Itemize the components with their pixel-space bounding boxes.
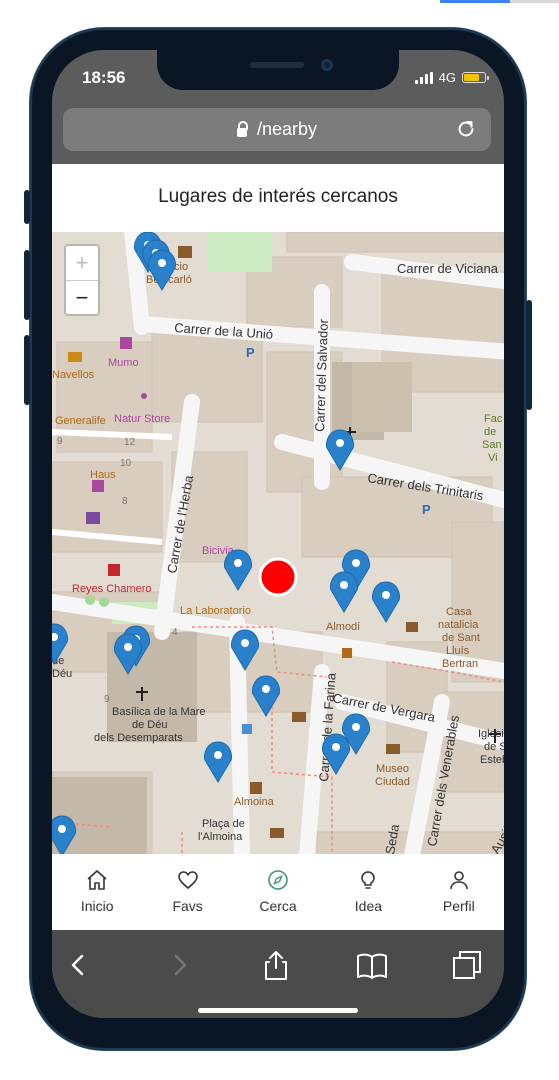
house-number: 9	[104, 694, 110, 705]
forward-icon[interactable]	[162, 948, 196, 982]
house-number: 8	[122, 496, 128, 507]
poi-label-laboratorio: La Laboratorio	[180, 605, 251, 617]
volume-up-button	[24, 250, 30, 320]
zoom-out-button[interactable]: −	[66, 281, 98, 315]
status-indicators: 4G	[414, 70, 489, 85]
url-text: /nearby	[256, 119, 318, 139]
poi-label-museo: Museo Ciudad	[375, 763, 410, 788]
browser-toolbar	[52, 930, 504, 1018]
home-icon	[87, 870, 107, 890]
lock-icon	[236, 120, 248, 137]
notch	[157, 50, 399, 90]
bookmarks-icon[interactable]	[355, 948, 389, 982]
poi-label-almoina: Almoina	[234, 796, 275, 808]
phone-screen: 18:56 4G /nearby Lugares de interés cerc…	[52, 50, 504, 1018]
home-indicator[interactable]	[198, 1008, 358, 1013]
tab-label: Cerca	[259, 898, 297, 914]
map-view[interactable]: Carrer de Viciana Carrer de la Unió Carr…	[52, 232, 504, 855]
street-label-viciana: Carrer de Viciana	[397, 261, 499, 276]
share-icon[interactable]	[259, 948, 293, 982]
poi-label-reyes: Reyes Chamero	[72, 583, 151, 595]
house-number: 9	[57, 436, 63, 447]
top-gray-line	[510, 0, 559, 3]
page-content: Lugares de interés cercanos Carrer de Vi…	[52, 164, 504, 855]
user-icon	[450, 871, 468, 890]
poi-label-natur: Natur Store	[114, 413, 170, 425]
tabs-icon[interactable]	[450, 948, 484, 982]
volume-down-button	[24, 335, 30, 405]
page-title: Lugares de interés cercanos	[158, 186, 398, 207]
map-canvas[interactable]: Carrer de Viciana Carrer de la Unió Carr…	[52, 232, 504, 855]
svg-text:P: P	[422, 502, 431, 517]
house-number: 4	[172, 627, 178, 638]
poi-label-haus: Haus	[90, 469, 116, 481]
power-button	[526, 300, 532, 410]
network-label: 4G	[438, 70, 456, 85]
svg-text:P: P	[246, 345, 255, 360]
poi-label-almodi: Almodí	[326, 621, 360, 633]
status-time: 18:56	[82, 68, 126, 87]
zoom-in-button[interactable]: +	[66, 246, 98, 281]
poi-label-generalife: Generalife	[55, 415, 106, 427]
tab-label: Inicio	[80, 898, 114, 914]
tab-idea[interactable]: Idea	[323, 854, 413, 930]
current-location-marker	[258, 557, 298, 597]
tab-label: Favs	[172, 898, 203, 914]
speaker	[250, 62, 304, 68]
poi-label-navellos: Navellos	[52, 369, 95, 381]
tab-cerca[interactable]: Cerca	[233, 854, 323, 930]
lightbulb-icon	[361, 871, 376, 889]
tab-label: Idea	[354, 898, 383, 914]
back-icon[interactable]	[62, 948, 96, 982]
signal-icon	[414, 71, 433, 84]
reload-icon[interactable]	[455, 118, 477, 140]
top-accent-line	[440, 0, 510, 3]
poi-label-mumo: Mumo	[108, 357, 139, 369]
zoom-control: + −	[64, 244, 100, 316]
tab-label: Perfil	[442, 898, 475, 914]
camera	[321, 59, 333, 71]
battery-icon	[462, 72, 489, 83]
heart-icon	[177, 871, 198, 890]
tab-inicio[interactable]: Inicio	[52, 854, 142, 930]
house-number: 10	[120, 458, 132, 469]
tab-favs[interactable]: Favs	[142, 854, 232, 930]
house-number: 12	[124, 437, 136, 448]
bottom-tab-bar: Inicio Favs Cerca Idea Perfil	[52, 854, 504, 930]
poi-label-placa: Plaça de l'Almoina	[198, 818, 245, 843]
address-bar[interactable]: /nearby	[63, 108, 491, 151]
mute-switch	[24, 190, 30, 224]
tab-perfil[interactable]: Perfil	[414, 854, 504, 930]
compass-icon	[268, 870, 288, 890]
